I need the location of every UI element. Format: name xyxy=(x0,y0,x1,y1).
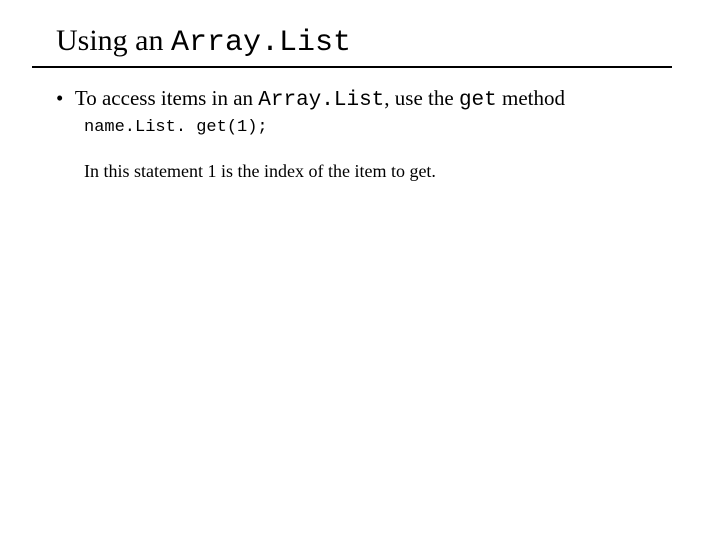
slide-title: Using an Array.List xyxy=(56,24,680,60)
bullet-text-2: , use the xyxy=(384,86,459,110)
slide: Using an Array.List • To access items in… xyxy=(0,0,720,182)
bullet-marker: • xyxy=(56,86,70,111)
title-code: Array.List xyxy=(171,26,351,60)
title-underline xyxy=(32,66,672,68)
bullet-text-3: method xyxy=(497,86,565,110)
bullet-code-1: Array.List xyxy=(258,89,384,112)
bullet-code-2: get xyxy=(459,89,497,112)
title-text: Using an xyxy=(56,24,171,57)
explanation-text: In this statement 1 is the index of the … xyxy=(84,161,680,182)
code-example: name.List. get(1); xyxy=(84,118,680,137)
bullet-line: • To access items in an Array.List, use … xyxy=(56,86,680,112)
bullet-text-1: To access items in an xyxy=(70,86,258,110)
